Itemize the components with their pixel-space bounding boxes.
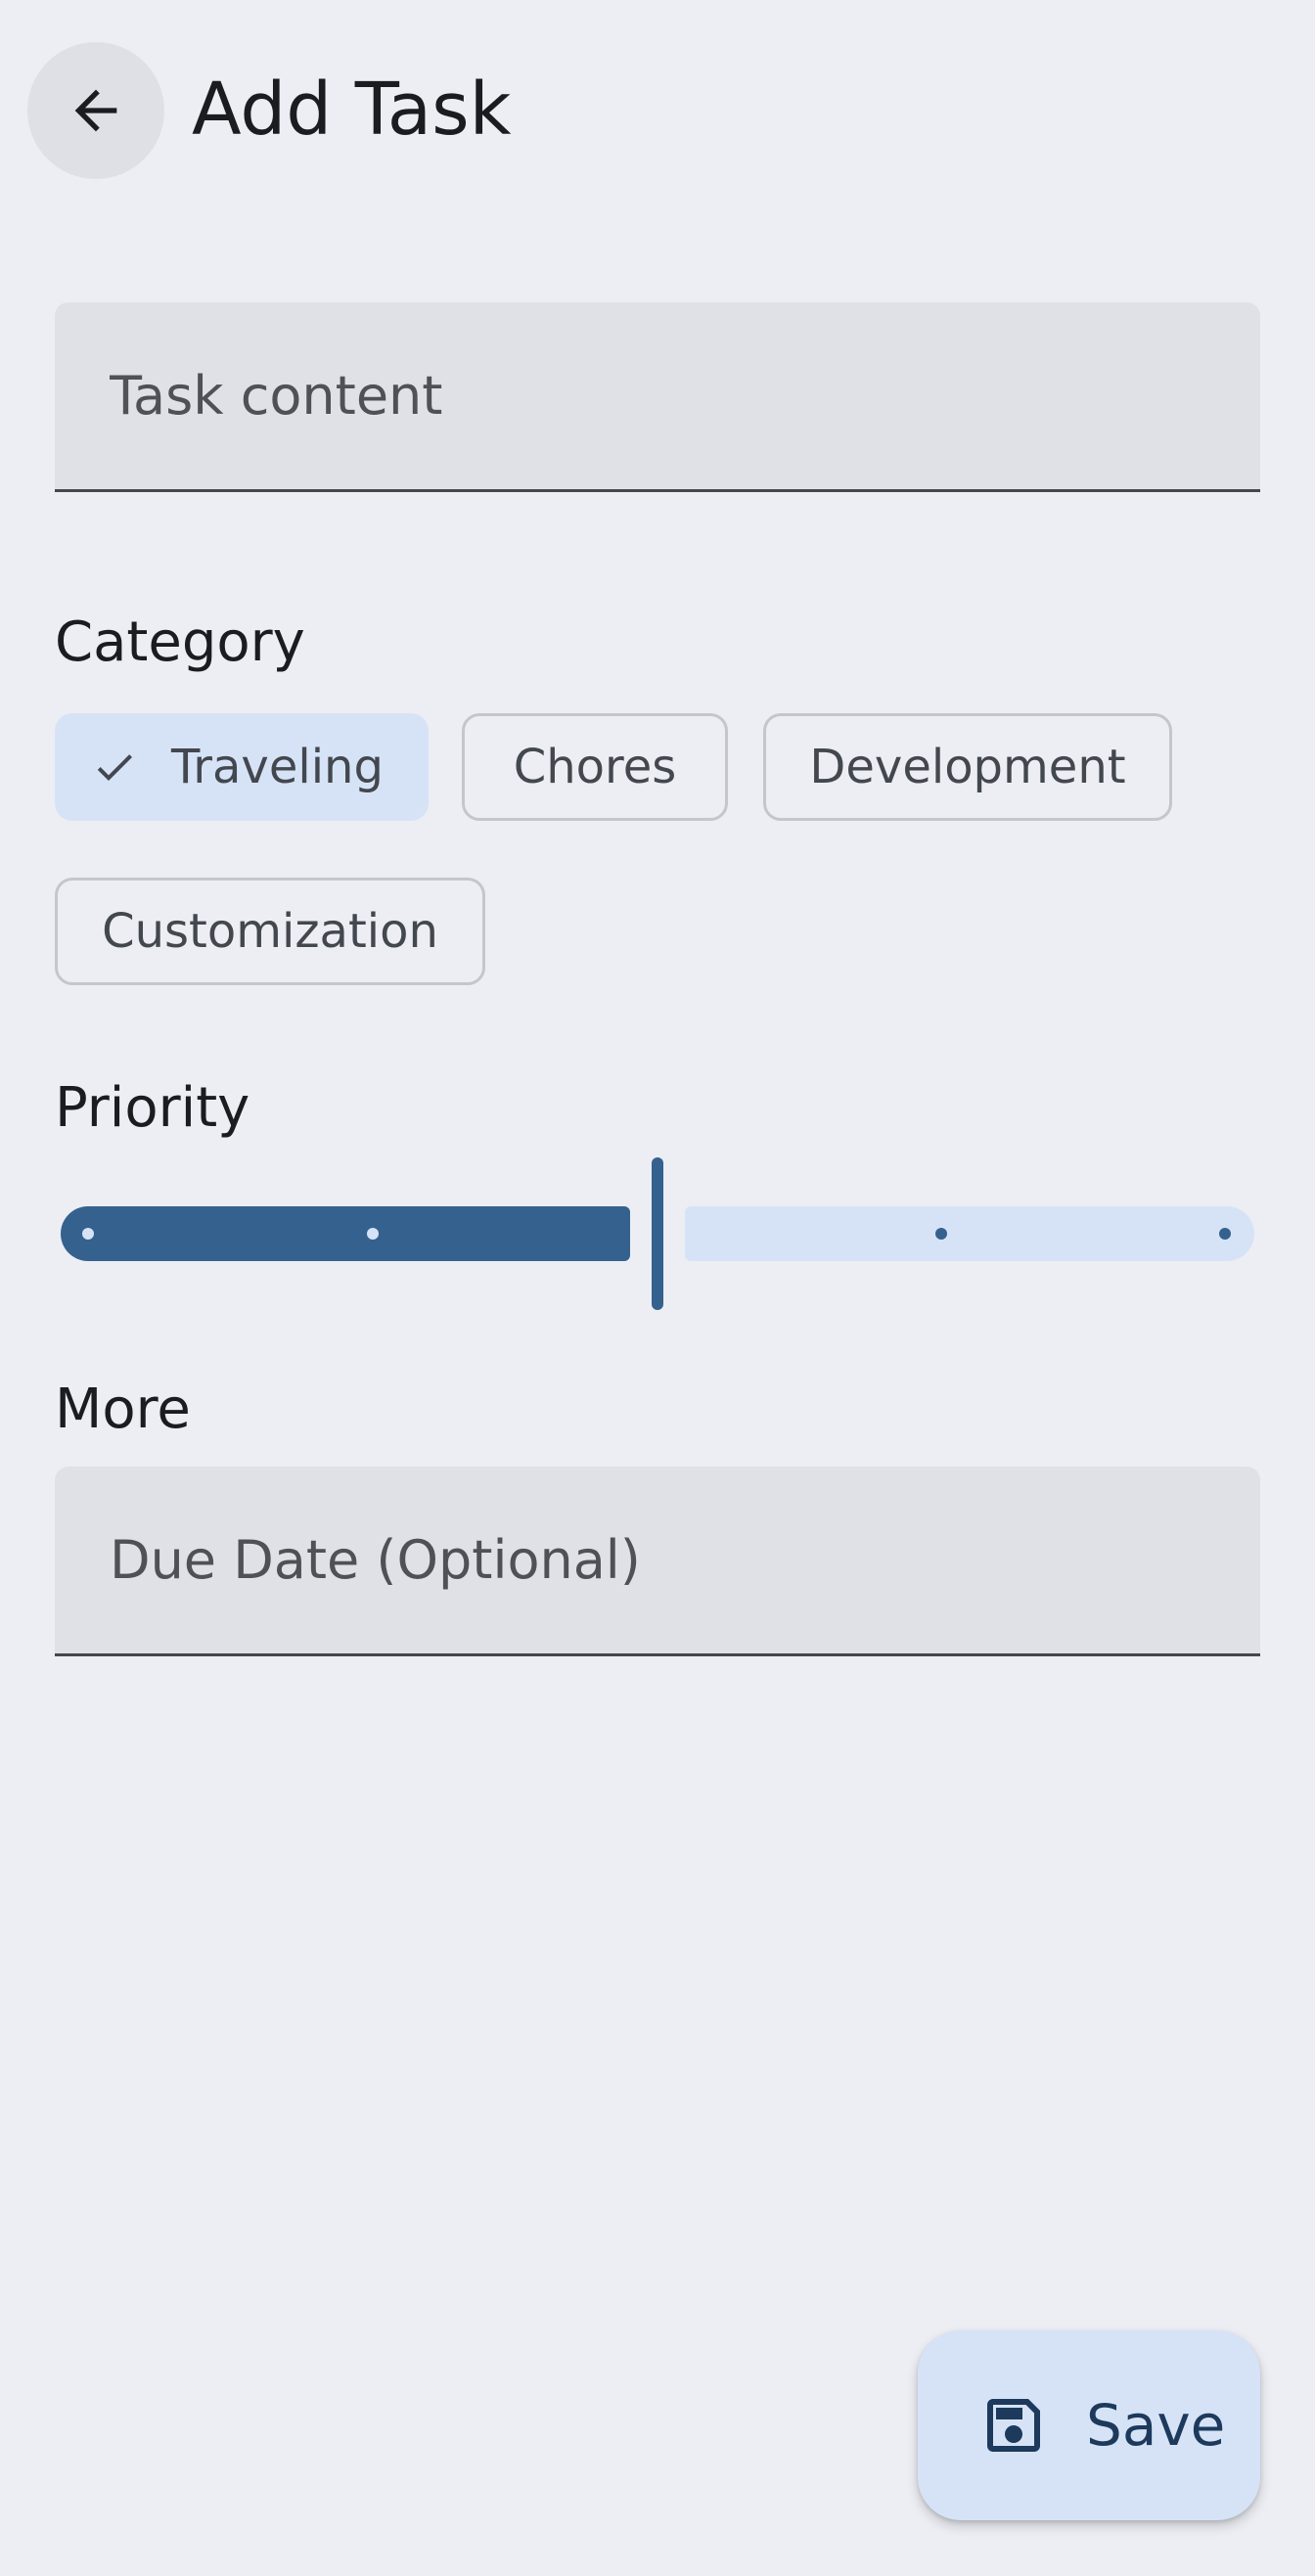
due-date-field[interactable] <box>55 1467 1260 1656</box>
slider-thumb[interactable] <box>652 1157 663 1310</box>
more-label: More <box>55 1378 191 1441</box>
slider-tick <box>367 1228 379 1240</box>
category-label: Category <box>55 610 305 674</box>
arrow-back-icon <box>65 79 127 142</box>
task-content-field[interactable] <box>55 302 1260 492</box>
save-icon <box>978 2390 1049 2461</box>
page-title: Add Task <box>192 68 512 152</box>
chip-customization[interactable]: Customization <box>55 878 485 985</box>
due-date-input[interactable] <box>110 1467 1225 1653</box>
task-content-input[interactable] <box>110 302 1225 489</box>
chip-chores[interactable]: Chores <box>462 713 728 821</box>
chip-label: Traveling <box>171 740 384 794</box>
back-button[interactable] <box>27 42 164 179</box>
chip-label: Chores <box>513 740 677 794</box>
slider-active-track <box>61 1206 630 1261</box>
check-icon <box>91 744 138 791</box>
save-button-label: Save <box>1086 2392 1226 2459</box>
chip-label: Development <box>809 740 1126 794</box>
slider-tick <box>82 1228 94 1240</box>
chip-development[interactable]: Development <box>763 713 1172 821</box>
chip-traveling[interactable]: Traveling <box>55 713 429 821</box>
slider-inactive-track <box>685 1206 1254 1261</box>
slider-tick <box>935 1228 947 1240</box>
chip-label: Customization <box>102 904 438 959</box>
slider-tick <box>1219 1228 1231 1240</box>
priority-label: Priority <box>55 1076 250 1140</box>
priority-slider[interactable] <box>61 1154 1254 1311</box>
save-button[interactable]: Save <box>918 2330 1260 2520</box>
